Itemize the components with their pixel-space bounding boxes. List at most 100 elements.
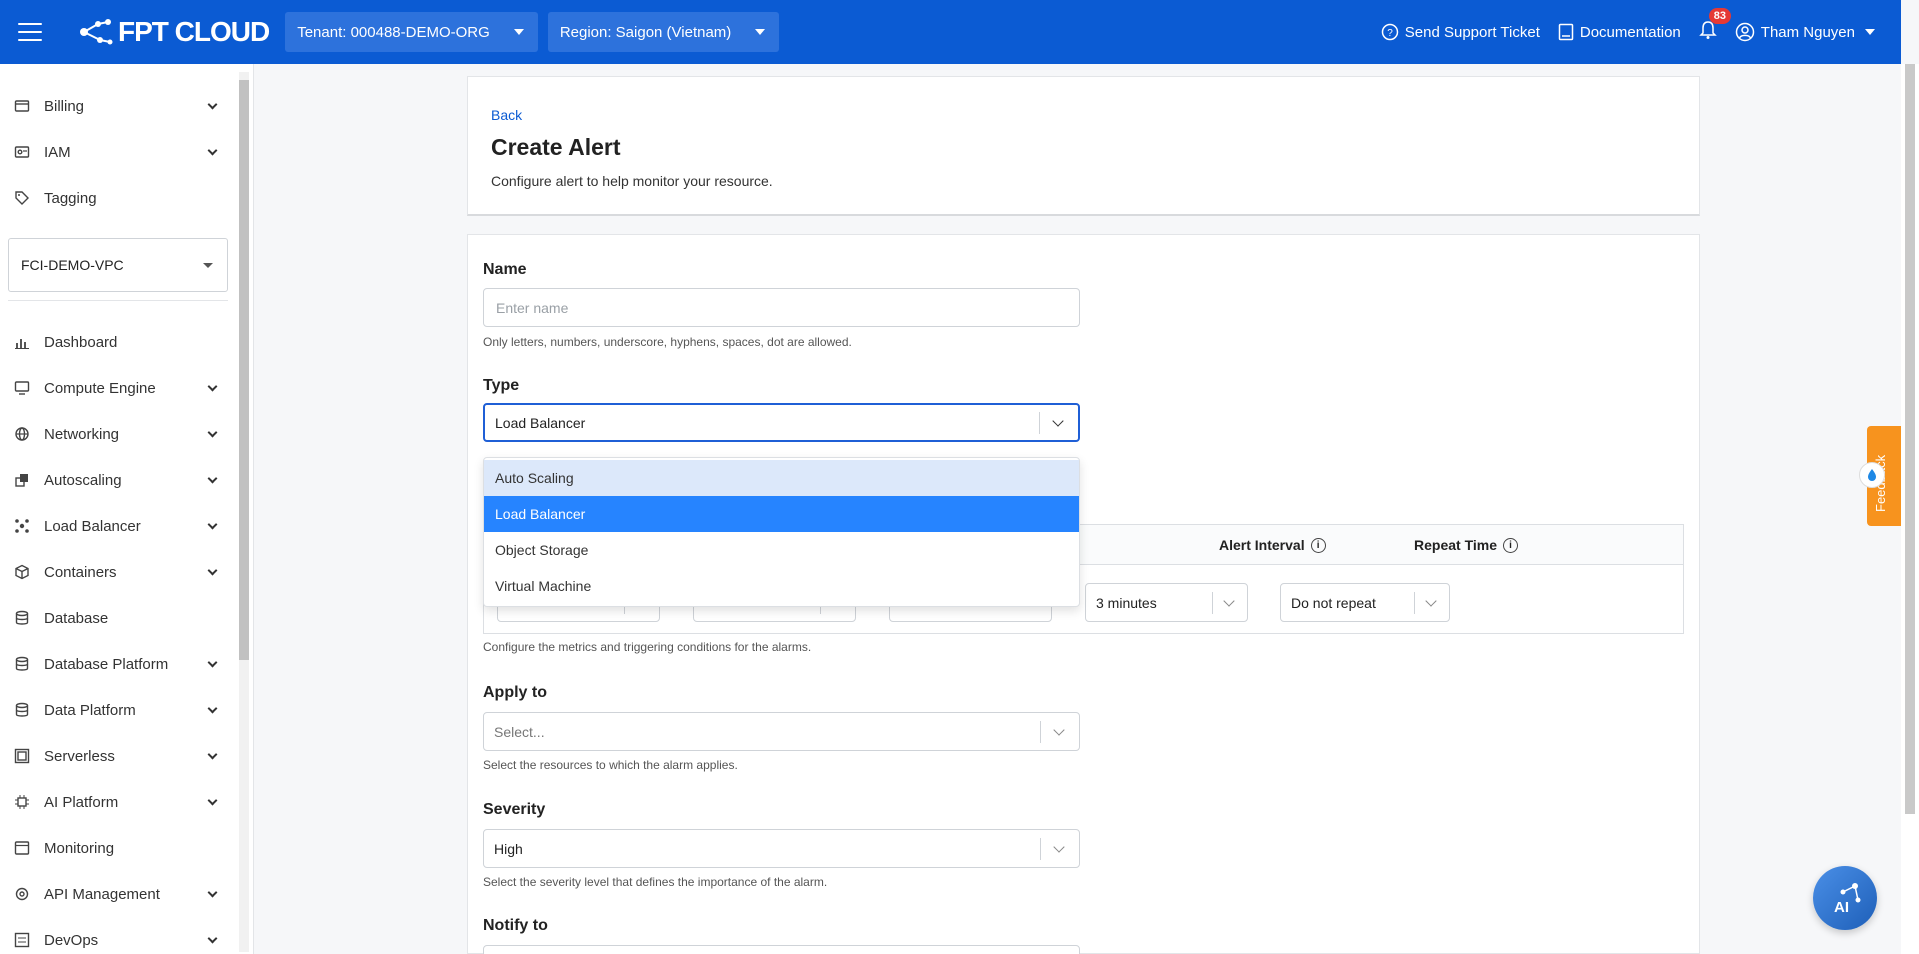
vpc-select[interactable]: FCI-DEMO-VPC bbox=[8, 238, 228, 292]
vpc-label: FCI-DEMO-VPC bbox=[21, 257, 124, 273]
sidebar-item-label: Data Platform bbox=[44, 701, 136, 719]
sidebar-item-iam[interactable]: IAM bbox=[0, 132, 230, 172]
page-title: Create Alert bbox=[491, 134, 621, 160]
user-menu[interactable]: Tham Nguyen bbox=[1735, 22, 1875, 42]
monitor-icon bbox=[14, 380, 30, 396]
sidebar-item-database-platform[interactable]: Database Platform bbox=[0, 644, 230, 684]
severity-value: High bbox=[494, 840, 523, 857]
chevron-down-icon bbox=[207, 887, 218, 897]
sidebar-item-label: API Management bbox=[44, 885, 160, 903]
documentation-link[interactable]: Documentation bbox=[1558, 23, 1681, 41]
caret-down-icon bbox=[1865, 29, 1875, 35]
chevron-down-icon bbox=[207, 473, 218, 483]
sidebar-item-dashboard[interactable]: Dashboard bbox=[0, 322, 230, 362]
tenant-select[interactable]: Tenant: 000488-DEMO-ORG bbox=[285, 12, 538, 52]
sidebar-item-autoscaling[interactable]: Autoscaling bbox=[0, 460, 230, 500]
alert-interval-header: Alert Interval i bbox=[1219, 537, 1326, 553]
apply-to-help: Select the resources to which the alarm … bbox=[483, 758, 738, 772]
page-scrollbar-thumb[interactable] bbox=[1905, 64, 1915, 814]
chip-icon bbox=[14, 794, 30, 810]
sidebar-item-billing[interactable]: Billing bbox=[0, 86, 230, 126]
severity-select[interactable]: High bbox=[483, 829, 1080, 868]
sidebar-item-label: Tagging bbox=[44, 189, 97, 207]
serverless-icon bbox=[14, 748, 30, 764]
apply-to-select[interactable]: Select... bbox=[483, 712, 1080, 751]
sidebar-item-containers[interactable]: Containers bbox=[0, 552, 230, 592]
sidebar-item-database[interactable]: Database bbox=[0, 598, 230, 638]
back-link[interactable]: Back bbox=[491, 107, 522, 123]
sidebar-scrollbar[interactable] bbox=[239, 72, 249, 952]
api-icon bbox=[14, 886, 30, 902]
chevron-down-icon bbox=[207, 145, 218, 155]
sidebar-item-compute-engine[interactable]: Compute Engine bbox=[0, 368, 230, 408]
chevron-down-icon bbox=[207, 427, 218, 437]
select-separator bbox=[1039, 411, 1040, 434]
billing-icon bbox=[14, 98, 30, 114]
name-help: Only letters, numbers, underscore, hyphe… bbox=[483, 335, 852, 349]
sidebar-item-label: Autoscaling bbox=[44, 471, 122, 489]
sidebar-item-label: Serverless bbox=[44, 747, 115, 765]
user-avatar-icon bbox=[1735, 22, 1755, 42]
devops-icon bbox=[14, 932, 30, 948]
type-option-auto-scaling[interactable]: Auto Scaling bbox=[484, 460, 1079, 496]
svg-text:AI: AI bbox=[1834, 899, 1849, 916]
support-ticket-link[interactable]: ? Send Support Ticket bbox=[1381, 23, 1540, 41]
severity-help: Select the severity level that defines t… bbox=[483, 875, 828, 889]
repeat-time-header-label: Repeat Time bbox=[1414, 537, 1497, 553]
ai-assistant-button[interactable]: AI bbox=[1813, 866, 1877, 930]
sidebar-item-label: Dashboard bbox=[44, 333, 118, 351]
type-option-virtual-machine[interactable]: Virtual Machine bbox=[484, 568, 1079, 604]
feedback-tab[interactable]: Feedback bbox=[1859, 426, 1901, 526]
chevron-down-icon bbox=[207, 519, 218, 529]
sidebar-item-label: Compute Engine bbox=[44, 379, 156, 397]
type-select-value: Load Balancer bbox=[495, 414, 586, 431]
severity-label: Severity bbox=[483, 801, 546, 818]
sidebar-item-ai-platform[interactable]: AI Platform bbox=[0, 782, 230, 822]
type-select[interactable]: Load Balancer bbox=[483, 403, 1080, 442]
sidebar-item-devops[interactable]: DevOps bbox=[0, 920, 230, 954]
repeat-time-value: Do not repeat bbox=[1291, 594, 1376, 611]
sidebar: Billing IAM Tagging FCI-DEMO-VPC Dashboard… bbox=[0, 64, 254, 954]
sidebar-item-load-balancer[interactable]: Load Balancer bbox=[0, 506, 230, 546]
chevron-down-icon bbox=[207, 703, 218, 713]
sidebar-item-api-management[interactable]: API Management bbox=[0, 874, 230, 914]
brand-logo[interactable]: FPT CLOUD bbox=[78, 16, 270, 48]
notify-to-select[interactable] bbox=[483, 945, 1080, 954]
support-icon: ? bbox=[1381, 23, 1399, 41]
chevron-down-icon bbox=[1053, 840, 1065, 853]
caret-down-icon bbox=[513, 29, 524, 35]
region-select[interactable]: Region: Saigon (Vietnam) bbox=[547, 12, 780, 52]
select-separator bbox=[1212, 591, 1213, 614]
sidebar-item-label: Billing bbox=[44, 97, 85, 115]
sidebar-item-data-platform[interactable]: Data Platform bbox=[0, 690, 230, 730]
conditions-help: Configure the metrics and triggering con… bbox=[483, 640, 812, 654]
database-icon bbox=[14, 656, 30, 672]
globe-icon bbox=[14, 426, 30, 442]
info-icon[interactable]: i bbox=[1503, 537, 1518, 553]
header-actions: ? Send Support Ticket Documentation 83 T… bbox=[1363, 8, 1901, 44]
create-alert-form: Name Only letters, numbers, underscore, … bbox=[467, 234, 1700, 954]
apply-to-label: Apply to bbox=[483, 684, 547, 701]
page-scrollbar[interactable] bbox=[1901, 64, 1919, 954]
type-option-object-storage[interactable]: Object Storage bbox=[484, 532, 1079, 568]
alert-interval-header-label: Alert Interval bbox=[1219, 537, 1305, 553]
type-dropdown-menu: Auto Scaling Load Balancer Object Storag… bbox=[483, 457, 1080, 607]
sidebar-item-label: Load Balancer bbox=[44, 517, 141, 535]
sidebar-item-monitoring[interactable]: Monitoring bbox=[0, 828, 230, 868]
repeat-time-select[interactable]: Do not repeat bbox=[1280, 583, 1450, 622]
apply-to-placeholder: Select... bbox=[494, 723, 545, 740]
sidebar-item-tagging[interactable]: Tagging bbox=[0, 178, 230, 218]
sidebar-divider bbox=[8, 300, 228, 301]
sidebar-item-serverless[interactable]: Serverless bbox=[0, 736, 230, 776]
sidebar-item-networking[interactable]: Networking bbox=[0, 414, 230, 454]
alert-interval-select[interactable]: 3 minutes bbox=[1085, 583, 1248, 622]
book-icon bbox=[1558, 23, 1574, 41]
name-input[interactable] bbox=[483, 288, 1080, 327]
info-icon[interactable]: i bbox=[1310, 537, 1326, 553]
menu-icon[interactable] bbox=[18, 23, 42, 41]
caret-down-icon bbox=[203, 262, 213, 268]
notifications-button[interactable]: 83 bbox=[1698, 8, 1732, 44]
sidebar-scrollbar-thumb[interactable] bbox=[239, 80, 249, 660]
type-option-load-balancer[interactable]: Load Balancer bbox=[484, 496, 1079, 532]
support-label: Send Support Ticket bbox=[1404, 23, 1540, 41]
